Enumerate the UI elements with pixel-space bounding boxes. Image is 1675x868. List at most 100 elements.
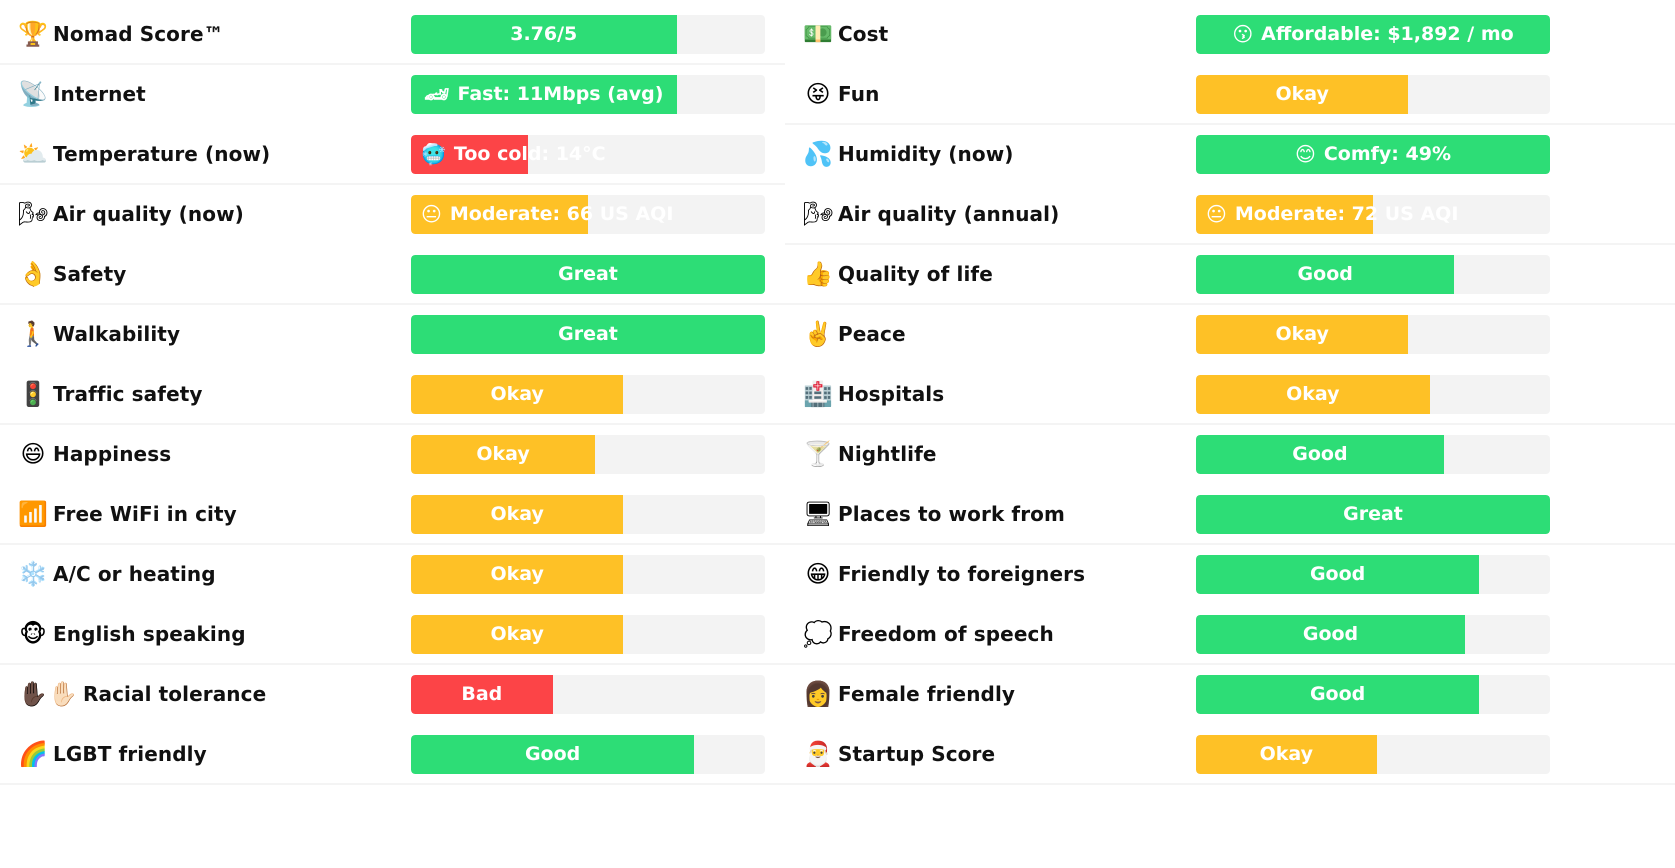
- score-bar-female-friendly[interactable]: Good: [1196, 674, 1550, 714]
- score-bar-fill: [1196, 314, 1409, 354]
- score-bar-lgbt-friendly[interactable]: Good: [411, 734, 765, 774]
- score-row-happiness: 😄 Happiness Okay: [0, 424, 785, 484]
- score-bar-fill: [1196, 614, 1466, 654]
- victory-hand-icon: ✌️: [803, 320, 833, 348]
- score-row-traffic-safety: 🚦 Traffic safety Okay: [0, 364, 785, 425]
- score-row-fun: 😝 Fun Okay: [785, 64, 1675, 125]
- score-bar-fill: [1196, 734, 1377, 774]
- score-bar-cost[interactable]: 😗 Affordable: $1,892 / mo: [1196, 14, 1550, 54]
- score-label-quality-of-life: Quality of life: [838, 262, 993, 286]
- score-bar-humidity-now[interactable]: 😊 Comfy: 49%: [1196, 134, 1550, 174]
- score-row-ac-heating: ❄️ A/C or heating Okay: [0, 544, 785, 604]
- score-bar-fun[interactable]: Okay: [1196, 74, 1550, 114]
- satellite-dish-icon: 📡: [18, 80, 48, 108]
- score-bar-fill: [1196, 134, 1550, 174]
- score-bar-peace[interactable]: Okay: [1196, 314, 1550, 354]
- scores-left-column: 🏆 Nomad Score™ 3.76/5 📡 Internet 🏎 Fast:…: [0, 4, 785, 785]
- signal-bars-icon: 📶: [18, 500, 48, 528]
- trophy-icon: 🏆: [18, 20, 48, 48]
- score-label-wrap: 😝 Fun: [803, 79, 1196, 109]
- score-bar-fill: [1196, 14, 1550, 54]
- score-bar-places-to-work[interactable]: Great: [1196, 494, 1550, 534]
- score-row-free-wifi: 📶 Free WiFi in city Okay: [0, 484, 785, 545]
- score-bar-fill: [411, 434, 596, 474]
- score-label-traffic-safety: Traffic safety: [53, 382, 203, 406]
- ok-hand-icon: 👌: [18, 260, 48, 288]
- score-bar-startup-score[interactable]: Okay: [1196, 734, 1550, 774]
- squinting-tongue-face-icon: 😝: [805, 80, 831, 108]
- score-label-wrap: 🚶 Walkability: [18, 319, 411, 349]
- sun-behind-cloud-icon: ⛅: [18, 140, 48, 168]
- score-label-wrap: 💭 Freedom of speech: [803, 619, 1196, 649]
- score-bar-nomad-score[interactable]: 3.76/5: [411, 14, 765, 54]
- score-label-wrap: 🌬 Air quality (now): [18, 199, 411, 229]
- score-label-wrap: 🌈 LGBT friendly: [18, 739, 411, 769]
- score-bar-freedom-of-speech[interactable]: Good: [1196, 614, 1550, 654]
- score-bar-fill: [411, 254, 765, 294]
- score-label-wrap: ✌️ Peace: [803, 319, 1196, 349]
- score-label-air-quality-annual: Air quality (annual): [838, 202, 1060, 226]
- score-bar-free-wifi[interactable]: Okay: [411, 494, 765, 534]
- person-walking-icon: 🚶: [18, 320, 48, 348]
- score-bar-fill: [411, 734, 695, 774]
- score-row-female-friendly: 👩 Female friendly Good: [785, 664, 1675, 724]
- score-row-air-quality-now: 🌬 Air quality (now) 😐 Moderate: 66 US AQ…: [0, 184, 785, 244]
- score-bar-fill: [411, 554, 624, 594]
- score-bar-english-speaking[interactable]: Okay: [411, 614, 765, 654]
- score-row-startup-score: 🎅 Startup Score Okay: [785, 724, 1675, 785]
- grinning-face-icon: 😁: [805, 560, 831, 588]
- score-label-hospitals: Hospitals: [838, 382, 945, 406]
- score-label-wrap: 💦 Humidity (now): [803, 139, 1196, 169]
- sweat-droplets-icon: 💦: [803, 140, 833, 168]
- score-label-wrap: 📶 Free WiFi in city: [18, 499, 411, 529]
- score-bar-racial-tolerance[interactable]: Bad: [411, 674, 765, 714]
- score-label-english-speaking: English speaking: [53, 622, 246, 646]
- score-label-wrap: 🐵 English speaking: [18, 619, 411, 649]
- score-label-walkability: Walkability: [53, 322, 181, 346]
- score-bar-traffic-safety[interactable]: Okay: [411, 374, 765, 414]
- score-label-internet: Internet: [53, 82, 146, 106]
- score-label-wrap: 🚦 Traffic safety: [18, 379, 411, 409]
- score-label-ac-heating: A/C or heating: [53, 562, 216, 586]
- score-label-wrap: 😁 Friendly to foreigners: [803, 559, 1196, 589]
- score-label-wrap: 👍 Quality of life: [803, 259, 1196, 289]
- hospital-icon: 🏥: [803, 380, 833, 408]
- score-bar-fill: [411, 14, 677, 54]
- score-bar-fill: [411, 194, 588, 234]
- score-bar-fill: [411, 314, 765, 354]
- score-row-walkability: 🚶 Walkability Great: [0, 304, 785, 364]
- score-bar-safety[interactable]: Great: [411, 254, 765, 294]
- score-label-peace: Peace: [838, 322, 906, 346]
- score-label-wrap: 👩 Female friendly: [803, 679, 1196, 709]
- score-label-free-wifi: Free WiFi in city: [53, 502, 237, 526]
- score-label-racial-tolerance: Racial tolerance: [83, 682, 267, 706]
- score-bar-hospitals[interactable]: Okay: [1196, 374, 1550, 414]
- score-label-air-quality-now: Air quality (now): [53, 202, 244, 226]
- score-label-wrap: ❄️ A/C or heating: [18, 559, 411, 589]
- thumbs-up-icon: 👍: [803, 260, 833, 288]
- monkey-face-icon: 🐵: [19, 620, 47, 648]
- score-row-cost: 💵 Cost 😗 Affordable: $1,892 / mo: [785, 4, 1675, 64]
- score-row-quality-of-life: 👍 Quality of life Good: [785, 244, 1675, 305]
- score-bar-fill: [1196, 554, 1480, 594]
- score-bar-air-quality-now[interactable]: 😐 Moderate: 66 US AQI: [411, 194, 765, 234]
- score-bar-internet[interactable]: 🏎 Fast: 11Mbps (avg): [411, 74, 765, 114]
- score-row-humidity-now: 💦 Humidity (now) 😊 Comfy: 49%: [785, 124, 1675, 184]
- score-bar-nightlife[interactable]: Good: [1196, 434, 1550, 474]
- score-bar-walkability[interactable]: Great: [411, 314, 765, 354]
- score-label-wrap: 🍸 Nightlife: [803, 439, 1196, 469]
- score-bar-air-quality-annual[interactable]: 😐 Moderate: 72 US AQI: [1196, 194, 1550, 234]
- score-label-wrap: ✋🏿✋🏻 Racial tolerance: [18, 679, 411, 709]
- score-bar-fill: [1196, 194, 1373, 234]
- score-bar-fill: [1196, 254, 1455, 294]
- score-bar-temperature-now[interactable]: 🥶 Too cold: 14°C: [411, 134, 765, 174]
- score-bar-fill: [1196, 74, 1409, 114]
- score-bar-ac-heating[interactable]: Okay: [411, 554, 765, 594]
- score-bar-happiness[interactable]: Okay: [411, 434, 765, 474]
- score-label-lgbt-friendly: LGBT friendly: [53, 742, 207, 766]
- score-label-nomad-score: Nomad Score™: [53, 22, 224, 46]
- score-bar-fill: [411, 134, 528, 174]
- score-row-peace: ✌️ Peace Okay: [785, 304, 1675, 364]
- score-bar-quality-of-life[interactable]: Good: [1196, 254, 1550, 294]
- score-bar-friendly-to-foreigners[interactable]: Good: [1196, 554, 1550, 594]
